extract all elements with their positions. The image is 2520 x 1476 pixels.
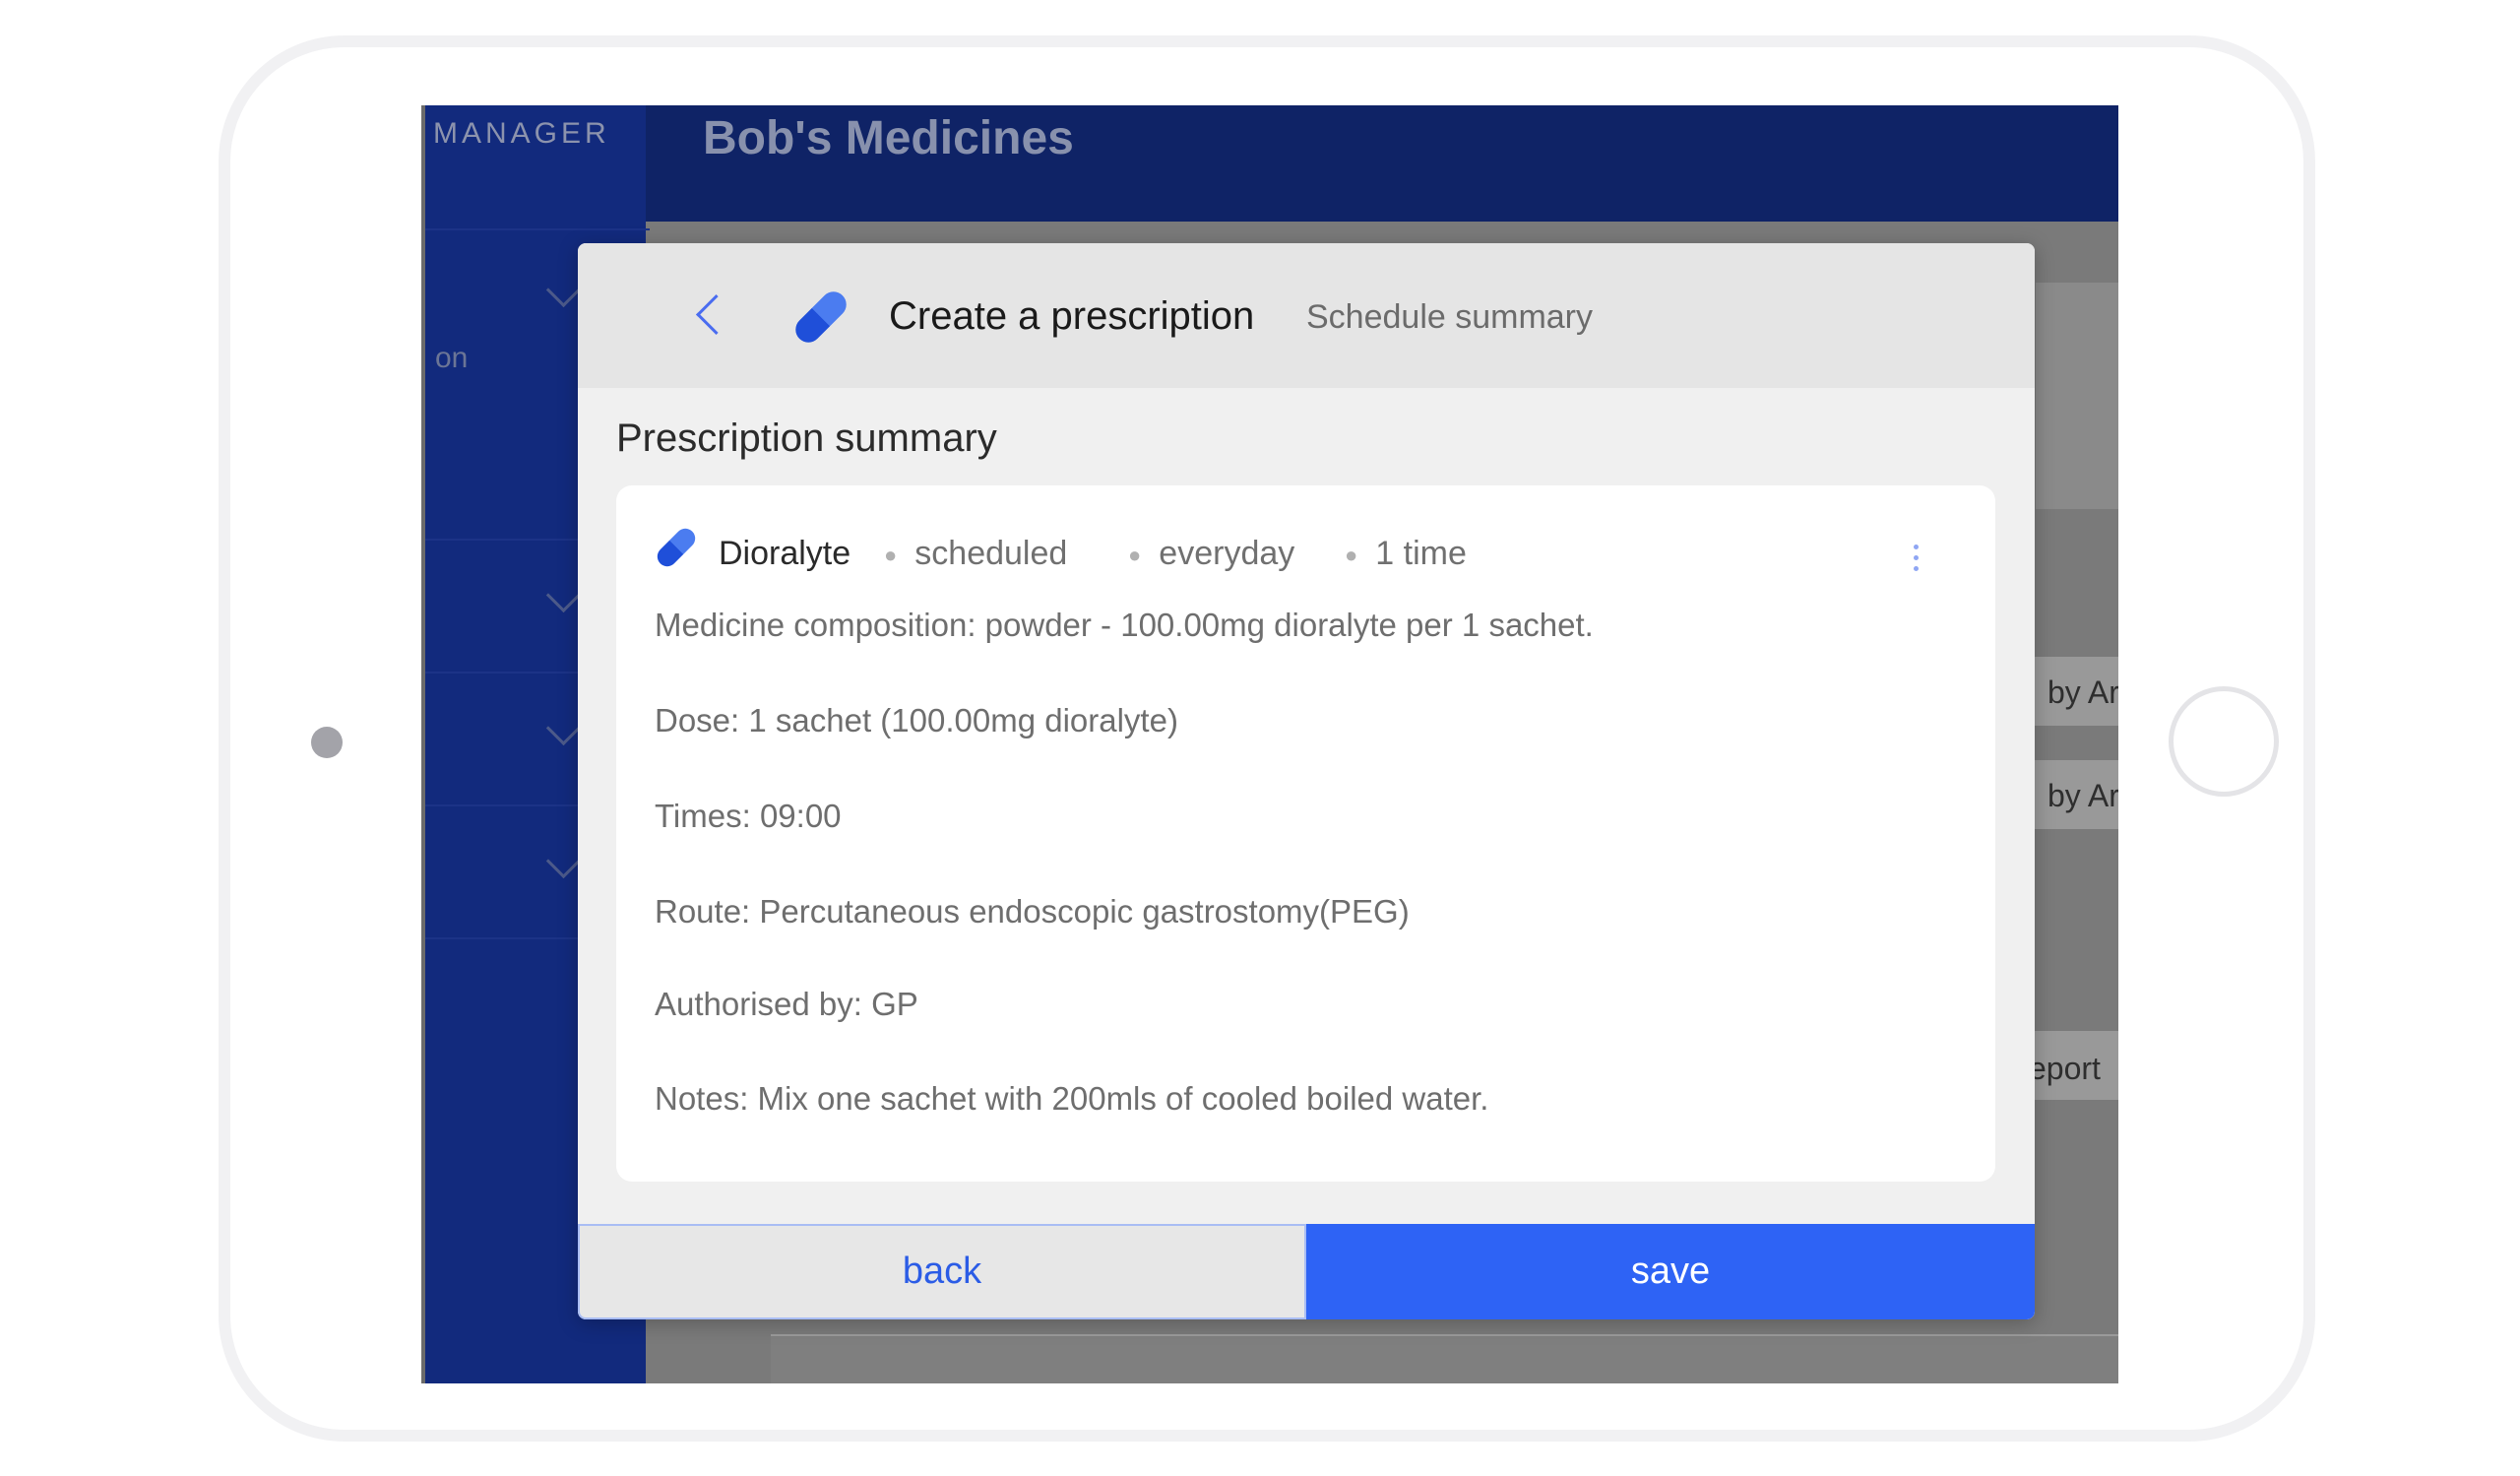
app-header: Bob's Medicines (646, 105, 2118, 222)
times-count-tag: ● 1 time (1345, 535, 1467, 572)
notes-text: Notes: Mix one sachet with 200mls of coo… (655, 1080, 1489, 1117)
background-row-text: by Ar (2048, 778, 2118, 813)
schedule-tag: ● scheduled (884, 535, 1068, 572)
pill-icon (789, 286, 852, 349)
times-count-tag-label: 1 time (1375, 535, 1467, 572)
chevron-down-icon[interactable] (545, 843, 582, 879)
prescription-modal: Create a prescription Schedule summary P… (578, 243, 2035, 1319)
chevron-down-icon[interactable] (545, 272, 582, 308)
frequency-tag-label: everyday (1159, 535, 1295, 572)
authorised-text: Authorised by: GP (655, 986, 918, 1022)
modal-header: Create a prescription Schedule summary (578, 243, 2035, 388)
sidebar-brand: MANAGER (433, 117, 610, 150)
sidebar-item-label[interactable]: on (435, 342, 468, 375)
tablet-home-button[interactable] (2169, 686, 2279, 797)
background-panel (771, 1334, 2118, 1383)
pill-icon (653, 524, 700, 571)
modal-subtitle: Schedule summary (1306, 298, 1594, 336)
medicine-name: Dioralyte (719, 535, 851, 572)
more-vertical-icon[interactable] (1914, 545, 1920, 574)
prescription-card: Dioralyte ● scheduled ● everyday ● 1 time M… (616, 485, 1995, 1182)
schedule-tag-label: scheduled (914, 535, 1068, 572)
route-text: Route: Percutaneous endoscopic gastrosto… (655, 893, 1410, 930)
sidebar-divider (425, 228, 650, 230)
chevron-left-icon[interactable] (695, 293, 737, 336)
section-title: Prescription summary (616, 417, 997, 460)
dose-text: Dose: 1 sachet (100.00mg dioralyte) (655, 702, 1178, 738)
back-button[interactable]: back (578, 1224, 1306, 1319)
chevron-down-icon[interactable] (545, 577, 582, 613)
frequency-tag: ● everyday (1128, 535, 1295, 572)
save-button[interactable]: save (1306, 1224, 2035, 1319)
background-row-text: by Ar (2048, 674, 2118, 710)
tablet-camera (311, 727, 343, 758)
composition-text: Medicine composition: powder - 100.00mg … (655, 607, 1594, 643)
chevron-down-icon[interactable] (545, 710, 582, 746)
background-panel (2036, 283, 2118, 509)
modal-title: Create a prescription (889, 294, 1255, 338)
page-title: Bob's Medicines (703, 112, 1074, 164)
background-row-text: eport (2029, 1051, 2101, 1086)
times-text: Times: 09:00 (655, 798, 842, 834)
